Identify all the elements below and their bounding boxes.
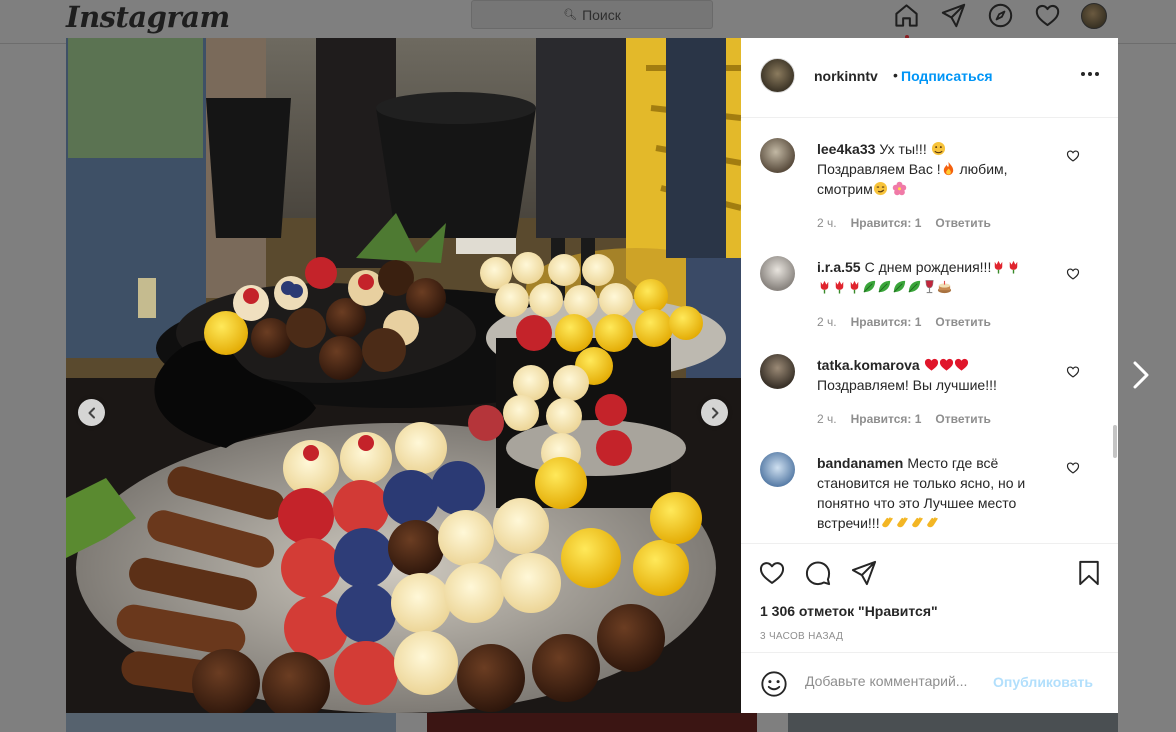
follow-button[interactable]: Подписаться	[901, 68, 993, 84]
bookmark-icon	[1079, 560, 1099, 586]
comment-time[interactable]: 2 ч.	[817, 216, 837, 230]
comment-username[interactable]: bandanamen	[817, 455, 903, 471]
add-comment-bar: Добавьте комментарий... Опубликовать	[741, 652, 1118, 713]
author-avatar[interactable]	[760, 58, 795, 93]
red-heart-emoji-icon	[939, 358, 953, 371]
post-header: norkinntv • Подписаться	[741, 38, 1118, 118]
wine-glass-emoji-icon	[925, 280, 934, 294]
comment-text: i.r.a.55 С днем рождения!!!	[817, 257, 1057, 297]
comment-time[interactable]: 2 ч.	[817, 412, 837, 426]
like-comment-icon[interactable]	[1066, 149, 1080, 163]
nav-icons	[893, 2, 1107, 29]
tulip-emoji-icon	[835, 280, 844, 294]
instagram-logo[interactable]: Instagram	[66, 0, 230, 34]
more-options-icon[interactable]	[1081, 72, 1099, 76]
cupcake-group-middle	[468, 365, 632, 473]
leaf-emoji-icon	[893, 280, 906, 293]
comments-scrollbar[interactable]	[1113, 425, 1117, 458]
commenter-avatar[interactable]	[760, 452, 795, 487]
cake-emoji-icon	[937, 280, 952, 294]
author-username[interactable]: norkinntv	[814, 68, 878, 84]
profile-avatar[interactable]	[1081, 2, 1107, 29]
clapping-hands-emoji-icon	[926, 517, 938, 528]
red-heart-emoji-icon	[924, 358, 938, 371]
tulip-emoji-icon	[995, 260, 1003, 274]
chevron-right-icon	[1133, 361, 1149, 389]
post-photo[interactable]	[66, 38, 741, 713]
comment-text: lee4ka33 Ух ты!!! Поздравляем Вас ! любим…	[817, 141, 1008, 197]
clapping-hands-emoji-icon	[881, 517, 893, 528]
background-post-thumbnail[interactable]	[427, 713, 757, 732]
red-heart-emoji-icon	[954, 358, 968, 371]
cake-group-top	[204, 257, 446, 380]
chevron-right-icon	[711, 407, 718, 418]
background-post-thumbnail[interactable]	[66, 713, 396, 732]
publish-comment-button[interactable]: Опубликовать	[993, 674, 1093, 690]
next-photo-button[interactable]	[701, 399, 728, 426]
clapping-hands-emoji-icon	[911, 517, 923, 528]
leaf-emoji-icon	[878, 280, 891, 293]
action-icons	[758, 559, 878, 587]
tulip-emoji-icon	[820, 280, 829, 294]
comment-time[interactable]: 2 ч.	[817, 315, 837, 329]
comment-likes[interactable]: Нравится: 1	[851, 216, 922, 230]
comment-input[interactable]: Добавьте комментарий...	[805, 673, 967, 689]
leaf-emoji-icon	[863, 280, 876, 293]
clapping-hands-emoji-icon	[896, 517, 908, 528]
commenter-avatar[interactable]	[760, 138, 795, 173]
header-separator: •	[893, 67, 898, 83]
smile-icon	[761, 671, 787, 697]
comment-text: bandanamen Место где всё становится не то…	[817, 455, 1026, 531]
tulip-emoji-icon	[850, 280, 859, 294]
comment-meta: 2 ч. Нравится: 1 Ответить	[817, 315, 991, 329]
post-details-panel: norkinntv • Подписаться lee4ka33 Ух ты!!!…	[741, 38, 1118, 713]
reply-button[interactable]: Ответить	[935, 216, 990, 230]
hibiscus-emoji-icon	[892, 181, 906, 196]
previous-photo-button[interactable]	[78, 399, 105, 426]
chevron-left-icon	[88, 407, 95, 418]
like-comment-icon[interactable]	[1066, 461, 1080, 475]
commenter-avatar[interactable]	[760, 354, 795, 389]
likes-count[interactable]: 1 306 отметок "Нравится"	[760, 603, 938, 619]
save-post-button[interactable]	[1075, 559, 1103, 587]
like-comment-icon[interactable]	[1066, 267, 1080, 281]
reply-button[interactable]: Ответить	[935, 412, 990, 426]
comment-username[interactable]: lee4ka33	[817, 141, 875, 157]
home-icon[interactable]	[893, 2, 920, 29]
tulip-emoji-icon	[1010, 260, 1018, 274]
comment-meta: 2 ч. Нравится: 1 Ответить	[817, 216, 991, 230]
explore-icon[interactable]	[987, 2, 1014, 29]
search-placeholder: Поиск	[582, 6, 621, 23]
comment-username[interactable]: i.r.a.55	[817, 259, 861, 275]
like-comment-icon[interactable]	[1066, 365, 1080, 379]
comment-likes[interactable]: Нравится: 1	[851, 412, 922, 426]
cake-group-right	[480, 252, 703, 385]
smirk-emoji-icon	[873, 181, 887, 196]
background-post-thumbnail[interactable]	[788, 713, 1118, 732]
activity-heart-icon[interactable]	[1034, 2, 1061, 29]
comment-meta: 2 ч. Нравится: 1 Ответить	[817, 412, 991, 426]
leaf-emoji-icon	[908, 280, 921, 293]
comment-icon[interactable]	[804, 559, 832, 587]
search-icon: 🔍︎	[563, 9, 578, 21]
comment-text: tatka.komarova Поздравляем! Вы лучшие!!!	[817, 357, 997, 393]
post-time[interactable]: 3 ЧАСОВ НАЗАД	[760, 631, 843, 642]
commenter-avatar[interactable]	[760, 256, 795, 291]
reply-button[interactable]: Ответить	[935, 315, 990, 329]
comments-list[interactable]: lee4ka33 Ух ты!!! Поздравляем Вас ! любим…	[741, 119, 1118, 543]
comment-likes[interactable]: Нравится: 1	[851, 315, 922, 329]
hugging-face-emoji-icon	[931, 141, 945, 156]
comment-username[interactable]: tatka.komarova	[817, 357, 920, 373]
like-icon[interactable]	[758, 559, 786, 587]
share-icon[interactable]	[850, 559, 878, 587]
direct-icon[interactable]	[940, 2, 967, 29]
desserts-overlay	[116, 252, 703, 713]
fire-emoji-icon	[943, 161, 953, 176]
emoji-picker-button[interactable]	[760, 670, 788, 698]
search-input[interactable]: 🔍︎ Поиск	[471, 0, 713, 29]
next-post-button[interactable]	[1128, 360, 1154, 390]
post-actions: 1 306 отметок "Нравится" 3 ЧАСОВ НАЗАД	[741, 543, 1118, 652]
